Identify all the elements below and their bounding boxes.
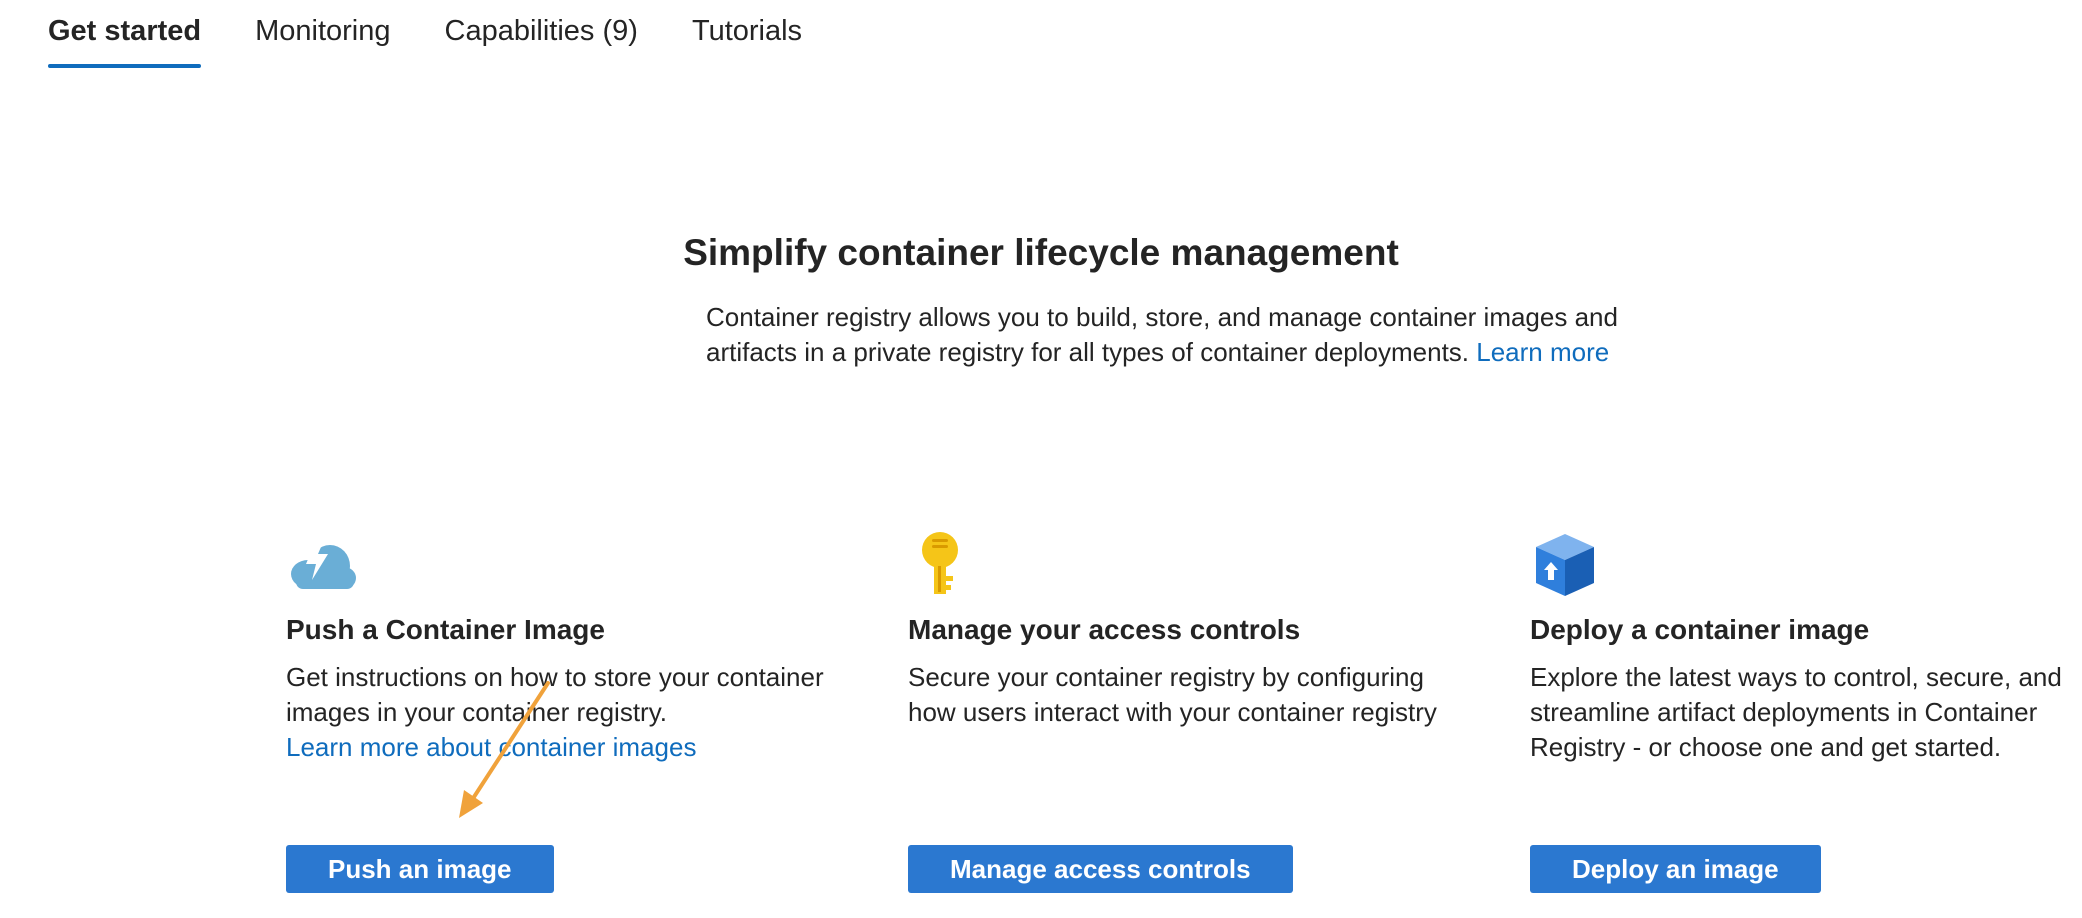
card-title: Deploy a container image (1530, 614, 1870, 645)
card-description: Secure your container registry by config… (908, 662, 1437, 727)
access-controls-card: Manage your access controls Secure your … (908, 530, 1468, 893)
card-title: Push a Container Image (286, 614, 605, 645)
page-title: Simplify container lifecycle management (683, 232, 1399, 273)
card-title: Manage your access controls (908, 614, 1301, 645)
key-icon (922, 532, 958, 594)
learn-more-link[interactable]: Learn more (1476, 337, 1609, 367)
cloud-lightning-icon (291, 540, 356, 589)
card-description-text: Get instructions on how to store your co… (286, 662, 824, 727)
learn-more-container-images-link[interactable]: Learn more about container images (286, 732, 696, 762)
tab-capabilities[interactable]: Capabilities (9) (445, 0, 638, 68)
tab-monitoring[interactable]: Monitoring (255, 0, 390, 68)
tab-bar: Get started Monitoring Capabilities (9) … (48, 0, 856, 68)
tab-get-started[interactable]: Get started (48, 0, 202, 68)
deploy-image-button[interactable]: Deploy an image (1530, 845, 1821, 893)
push-image-button[interactable]: Push an image (286, 845, 554, 893)
card-description: Explore the latest ways to control, secu… (1530, 662, 2062, 762)
hero-description: Container registry allows you to build, … (706, 300, 1646, 370)
annotation-arrow-icon (459, 681, 550, 818)
card-description: Get instructions on how to store your co… (286, 660, 846, 765)
deploy-image-card: Deploy a container image Explore the lat… (1530, 530, 2082, 893)
container-box-icon (1536, 534, 1594, 596)
tab-tutorials[interactable]: Tutorials (692, 0, 802, 68)
manage-access-controls-button[interactable]: Manage access controls (908, 845, 1293, 893)
push-image-card: Push a Container Image Get instructions … (286, 530, 846, 893)
